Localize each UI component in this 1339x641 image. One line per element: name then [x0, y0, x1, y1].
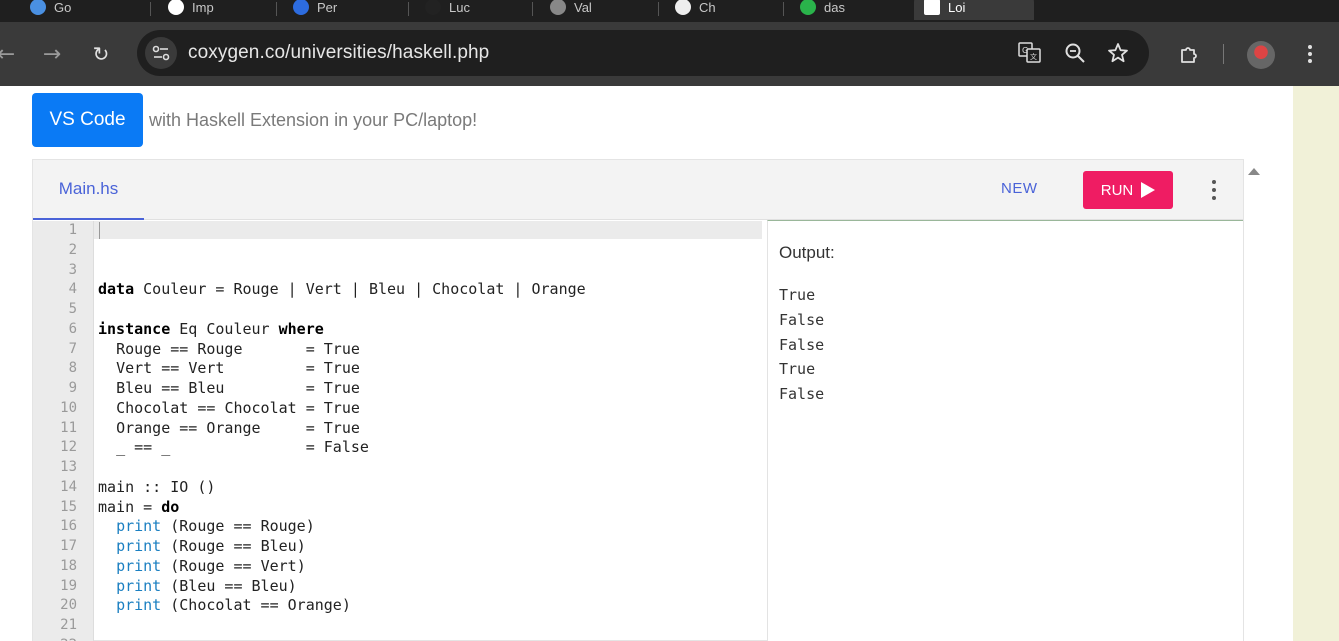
tab-divider — [276, 2, 277, 16]
line-number: 19 — [60, 577, 77, 594]
run-button-label: RUN — [1100, 181, 1134, 199]
line-number: 16 — [60, 518, 77, 535]
line-number: 13 — [60, 459, 77, 475]
tab-divider — [658, 2, 659, 16]
code-line[interactable]: print (Rouge == Rouge) — [98, 516, 315, 536]
output-line: True — [779, 286, 816, 304]
page-content: VS Code with Haskell Extension in your P… — [0, 86, 1293, 641]
line-number: 14 — [60, 478, 77, 495]
vscode-description: with Haskell Extension in your PC/laptop… — [149, 110, 478, 130]
scroll-up-arrow-icon[interactable] — [1248, 168, 1260, 175]
reload-icon[interactable]: ↻ — [87, 40, 115, 68]
browser-tab[interactable]: Val — [540, 0, 660, 20]
forward-arrow-icon[interactable]: → — [38, 40, 66, 68]
tab-favicon-icon — [675, 0, 691, 15]
new-button[interactable]: NEW — [1001, 180, 1038, 197]
code-line[interactable]: print (Chocolat == Orange) — [98, 595, 351, 615]
code-line[interactable]: Bleu == Bleu = True — [98, 378, 360, 398]
bookmark-star-icon[interactable] — [1105, 40, 1131, 66]
line-number: 21 — [60, 617, 77, 633]
code-line[interactable]: Rouge == Rouge = True — [98, 339, 360, 359]
code-line[interactable]: main = do — [98, 497, 179, 517]
code-editor[interactable]: data Couleur = Rouge | Vert | Bleu | Cho… — [98, 221, 762, 641]
tab-divider — [150, 2, 151, 16]
text-cursor — [99, 222, 100, 239]
browser-tab-active[interactable]: Loi — [914, 0, 1034, 20]
output-line: False — [779, 385, 825, 404]
site-info-icon[interactable] — [145, 37, 177, 69]
line-number: 3 — [68, 261, 77, 278]
translate-icon[interactable]: G文 — [1017, 40, 1043, 66]
tab-divider — [532, 2, 533, 16]
line-number: 18 — [60, 557, 77, 574]
browser-toolbar: ← → ↻ coxygen.co/universities/haskell.ph… — [0, 22, 1339, 86]
tab-favicon-icon — [30, 0, 46, 15]
code-line[interactable]: Orange == Orange = True — [98, 418, 360, 438]
browser-tab[interactable]: Imp — [158, 0, 278, 20]
line-number: 9 — [68, 380, 77, 396]
output-line: False — [779, 335, 825, 354]
line-number: 6 — [68, 320, 77, 337]
back-arrow-icon[interactable]: ← — [0, 40, 20, 68]
output-panel: Output: True False False True False — [767, 220, 1243, 641]
line-number: 4 — [68, 281, 77, 298]
editor-header: Main.hs NEW RUN — [33, 160, 1243, 220]
line-number: 10 — [60, 399, 77, 416]
toolbar-divider — [1223, 44, 1224, 64]
tab-favicon-icon — [425, 0, 441, 15]
tab-main-hs[interactable]: Main.hs — [33, 160, 144, 220]
line-number: 15 — [60, 498, 77, 515]
browser-menu-icon[interactable] — [1295, 39, 1325, 69]
code-line[interactable]: data Couleur = Rouge | Vert | Bleu | Cho… — [98, 279, 586, 299]
tab-favicon-icon — [550, 0, 566, 15]
tab-favicon-icon — [293, 0, 309, 15]
run-button[interactable]: RUN — [1083, 171, 1173, 209]
tab-favicon-icon — [924, 0, 940, 15]
zoom-icon[interactable] — [1062, 40, 1088, 66]
browser-tab-strip: Go Imp Per Luc Val Ch das Loi — [0, 0, 1339, 22]
address-bar[interactable]: coxygen.co/universities/haskell.php G文 — [137, 30, 1149, 76]
url-text[interactable]: coxygen.co/universities/haskell.php — [188, 42, 489, 64]
browser-tab[interactable]: Luc — [415, 0, 535, 20]
line-number: 8 — [68, 360, 77, 377]
output-line: False — [779, 310, 825, 329]
line-number: 20 — [60, 597, 77, 614]
tab-favicon-icon — [168, 0, 184, 15]
browser-tab[interactable]: Go — [20, 0, 140, 20]
tab-favicon-icon — [800, 0, 816, 15]
code-line[interactable]: main :: IO () — [98, 477, 215, 497]
code-playground: Main.hs NEW RUN 1 2 3 4 5 6 7 8 9 10 11 12 13 14 15 16 1… — [32, 159, 1244, 641]
browser-tab[interactable]: das — [790, 0, 910, 20]
svg-text:G: G — [1022, 46, 1028, 55]
code-line[interactable]: print (Rouge == Vert) — [98, 556, 306, 576]
profile-avatar[interactable] — [1247, 41, 1275, 69]
page-scrollbar[interactable] — [1244, 160, 1262, 641]
browser-tab[interactable]: Per — [283, 0, 403, 20]
svg-text:文: 文 — [1030, 52, 1037, 61]
code-line[interactable]: print (Bleu == Bleu) — [98, 576, 297, 596]
code-line[interactable]: Chocolat == Chocolat = True — [98, 398, 360, 418]
browser-tab[interactable]: Ch — [665, 0, 785, 20]
line-number: 5 — [68, 301, 77, 317]
tab-divider — [783, 2, 784, 16]
line-number: 22 — [60, 635, 77, 641]
code-line[interactable]: print (Rouge == Bleu) — [98, 536, 306, 556]
vscode-button[interactable]: VS Code — [32, 93, 143, 147]
line-number: 11 — [60, 419, 77, 436]
line-number-gutter: 12345678910111213141516171819202122 — [33, 221, 94, 641]
play-icon — [1141, 182, 1156, 198]
line-number: 1 — [68, 222, 77, 238]
extensions-icon[interactable] — [1174, 39, 1204, 69]
more-options-icon[interactable] — [1205, 176, 1223, 204]
code-line[interactable]: Vert == Vert = True — [98, 358, 360, 378]
line-number: 2 — [68, 241, 77, 258]
output-label: Output: — [779, 243, 835, 262]
code-line[interactable]: _ == _ = False — [98, 437, 369, 457]
line-number: 12 — [60, 439, 77, 456]
tab-divider — [408, 2, 409, 16]
line-number: 17 — [60, 538, 77, 554]
output-line: True — [779, 360, 816, 379]
line-number: 7 — [68, 340, 77, 357]
code-line[interactable]: instance Eq Couleur where — [98, 319, 324, 339]
